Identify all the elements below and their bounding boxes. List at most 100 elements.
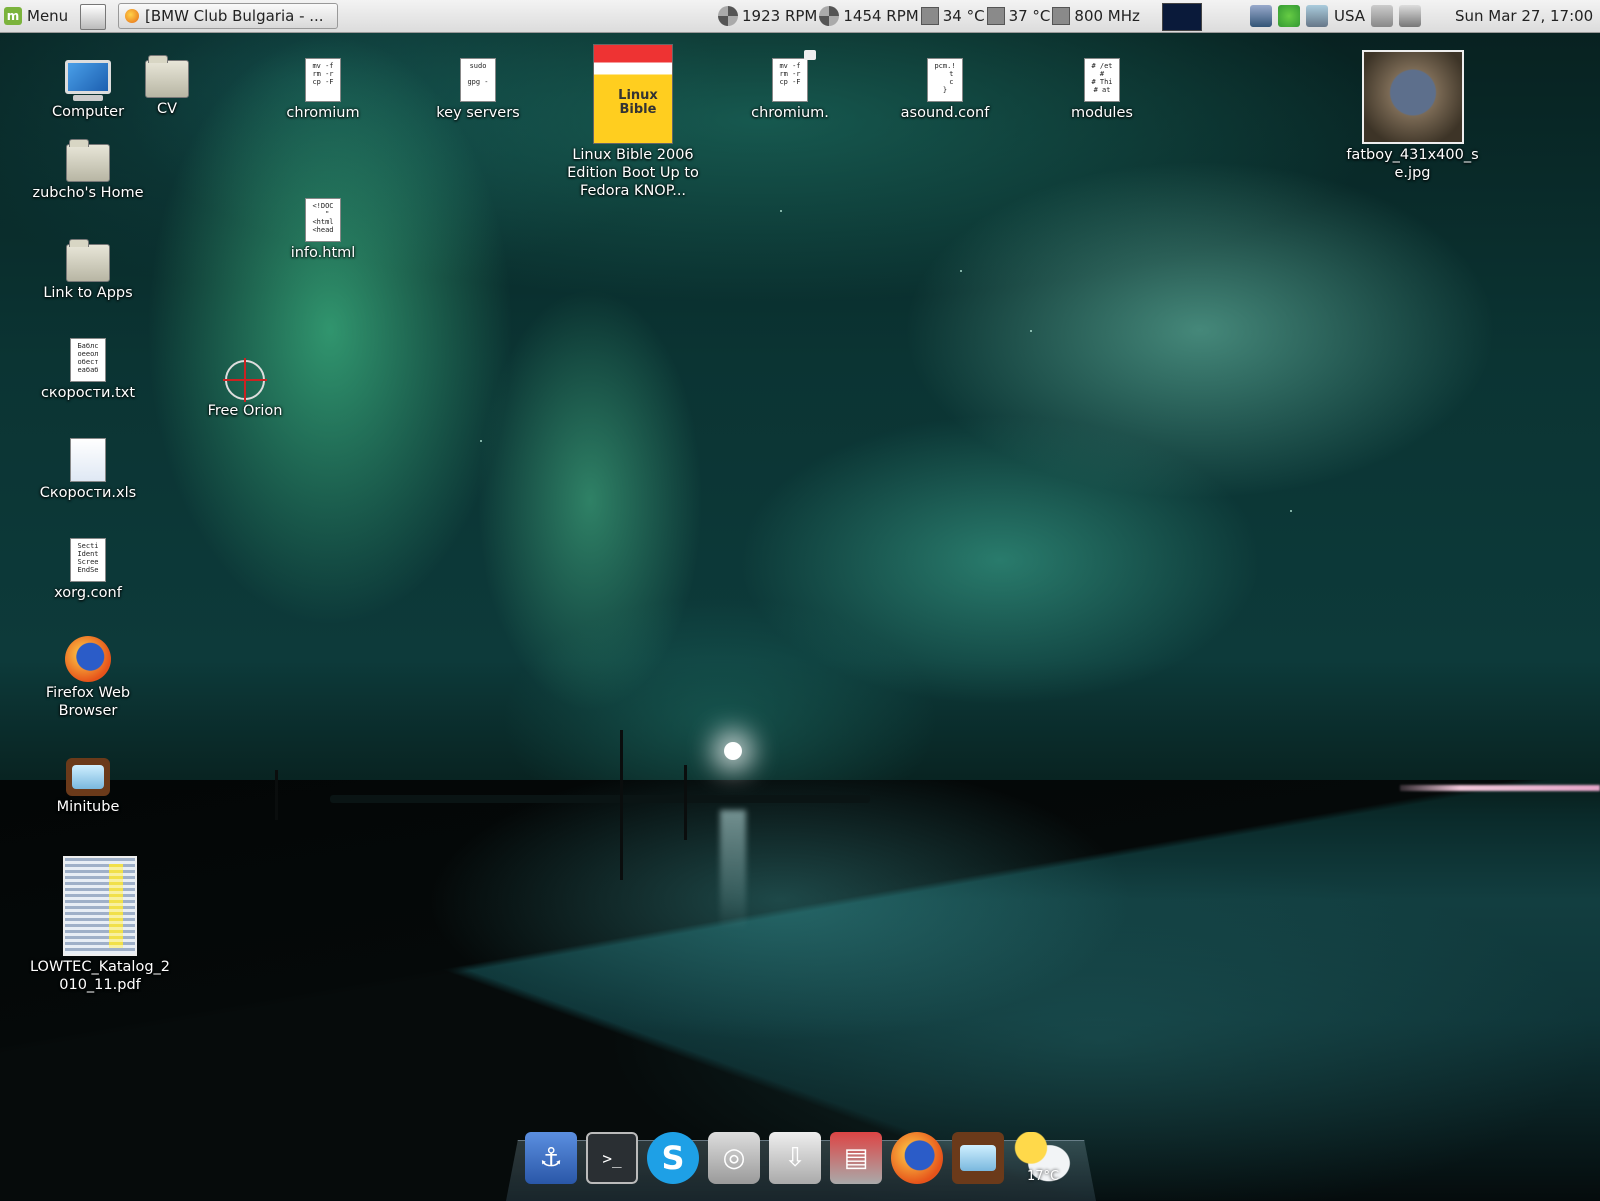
wallpaper-star [780, 210, 782, 212]
user-switcher-icon[interactable] [1399, 5, 1422, 27]
hardware-sensors-applet[interactable]: 1923 RPM 1454 RPM 34 °C 37 °C 800 MHz [718, 0, 1140, 32]
text-file-icon: Secti Ident Scree EndSe [70, 538, 106, 582]
desktop-icon-label: Firefox Web Browser [45, 685, 131, 719]
cpu-frequency-icon [1052, 7, 1071, 25]
desktop-icon-skorosti-xls[interactable]: Скорости.xls [23, 438, 153, 502]
desktop-icon-label: asound.conf [900, 105, 990, 121]
panel-clock[interactable]: Sun Mar 27, 17:00 [1455, 0, 1593, 32]
fan2-speed: 1454 RPM [843, 7, 919, 25]
fan-icon [819, 6, 840, 26]
cpu-frequency: 800 MHz [1074, 7, 1140, 25]
desktop-icon-minitube[interactable]: Minitube [23, 758, 153, 816]
keyboard-indicator-icon[interactable] [1306, 5, 1328, 27]
desktop-icon-label: Скорости.xls [39, 485, 137, 501]
desktop-icon-firefox[interactable]: Firefox Web Browser [23, 636, 153, 720]
top-panel: m Menu [BMW Club Bulgaria - ... 1923 RPM… [0, 0, 1600, 33]
desktop-icon-label: chromium. [751, 105, 829, 121]
wallpaper-lighthouse [724, 742, 742, 760]
network-icon[interactable] [1250, 5, 1272, 27]
locked-script-wrapper: mv -f rm -r cp -F [772, 50, 816, 102]
minitube-tv-icon [66, 758, 110, 796]
desktop-icon-skorosti-txt[interactable]: Баблс оееол обест еабаб скорости.txt [23, 338, 153, 402]
script-file-icon: mv -f rm -r cp -F [772, 58, 808, 102]
update-manager-check-icon[interactable] [1278, 5, 1300, 27]
desktop-icon-label: xorg.conf [54, 585, 122, 601]
text-file-icon: sudo gpg - [460, 58, 496, 102]
dock-disk-utility-icon[interactable]: ◎ [708, 1132, 760, 1184]
desktop-icon-chromium[interactable]: mv -f rm -r cp -F chromium [258, 58, 388, 122]
script-file-icon: mv -f rm -r cp -F [305, 58, 341, 102]
dock-package-manager-icon[interactable]: ▤ [830, 1132, 882, 1184]
desktop-icon-cv[interactable]: CV [102, 55, 232, 118]
dock-software-installer-icon[interactable]: ⇩ [769, 1132, 821, 1184]
desktop-icon-fatboy-jpg[interactable]: fatboy_431x400_se.jpg [1330, 50, 1495, 182]
firefox-icon [125, 9, 139, 23]
dock-terminal-icon[interactable]: >_ [586, 1132, 638, 1184]
wallpaper-star [960, 270, 962, 272]
fan-icon [718, 6, 738, 26]
firefox-icon [65, 636, 111, 682]
dock-minitube-icon[interactable] [952, 1132, 1004, 1184]
image-thumbnail-icon [1361, 50, 1464, 144]
system-monitor-graph[interactable] [1162, 3, 1202, 31]
desktop-icon-label: zubcho's Home [32, 185, 144, 201]
wallpaper-pole [620, 730, 623, 880]
wallpaper-star [1030, 330, 1032, 332]
main-menu-button[interactable]: m Menu [4, 0, 68, 32]
temperature1: 34 °C [942, 7, 985, 25]
wallpaper-pole [684, 765, 687, 840]
desktop-icon-label: chromium [286, 105, 360, 121]
lock-icon [804, 50, 816, 60]
desktop-icon-link-apps[interactable]: Link to Apps [23, 239, 153, 302]
desktop-icon-modules[interactable]: # /et # # Thi # at modules [1037, 58, 1167, 122]
crosshair-icon [223, 358, 267, 402]
wallpaper-star [480, 440, 482, 442]
wallpaper-city-lights [1400, 785, 1600, 791]
temperature2: 37 °C [1008, 7, 1051, 25]
dock-weather-icon[interactable]: 17°C [1013, 1132, 1073, 1184]
wallpaper-pole [275, 770, 278, 820]
menu-label: Menu [27, 7, 69, 25]
dock: ⚓ >_ S ◎ ⇩ ▤ 17°C [525, 1132, 1073, 1184]
desktop-icon-linux-bible[interactable]: Linux Bible 2006 Edition Boot Up to Fedo… [563, 44, 703, 200]
taskbar-window-title: [BMW Club Bulgaria - ... [145, 7, 324, 25]
desktop-icon-label: Link to Apps [43, 285, 133, 301]
folder-icon [145, 55, 189, 98]
taskbar-window-button[interactable]: [BMW Club Bulgaria - ... [118, 3, 338, 29]
temperature-chip-icon [920, 7, 939, 25]
desktop-icon-label: Linux Bible 2006 Edition Boot Up to Fedo… [567, 147, 699, 199]
text-file-icon: # /et # # Thi # at [1084, 58, 1120, 102]
wallpaper-light-reflection [720, 810, 746, 930]
show-desktop-button[interactable] [80, 4, 106, 30]
dock-skype-icon[interactable]: S [647, 1132, 699, 1184]
desktop-icon-key-servers[interactable]: sudo gpg - key servers [413, 58, 543, 122]
desktop-icon-home[interactable]: zubcho's Home [23, 139, 153, 202]
text-file-icon: pcm.! t c } [927, 58, 963, 102]
dock-firefox-icon[interactable] [891, 1132, 943, 1184]
computer-base-icon [73, 95, 103, 101]
desktop-icon-label: скорости.txt [40, 385, 136, 401]
keyboard-layout[interactable]: USA [1334, 7, 1365, 25]
desktop-icon-label: fatboy_431x400_se.jpg [1346, 147, 1479, 181]
book-cover-thumbnail-icon [593, 44, 673, 144]
desktop-icon-free-orion[interactable]: Free Orion [180, 358, 310, 420]
folder-link-icon [66, 239, 110, 282]
html-file-icon: <!DOC " <html <head [305, 198, 341, 242]
desktop-icon-lowtec-pdf[interactable]: LOWTEC_Katalog_2010_11.pdf [30, 856, 170, 994]
desktop-icon-label: Free Orion [207, 403, 283, 419]
desktop-icon-chromium-2[interactable]: mv -f rm -r cp -F chromium. [725, 50, 855, 122]
dock-anchor-icon[interactable]: ⚓ [525, 1132, 577, 1184]
volume-icon[interactable] [1371, 5, 1394, 27]
weather-temperature: 17°C [1026, 1169, 1060, 1184]
system-tray: USA [1250, 0, 1422, 32]
desktop-icon-label: key servers [436, 105, 520, 121]
desktop-icon-label: Minitube [56, 799, 120, 815]
temperature-chip-icon [986, 7, 1005, 25]
desktop-icon-label: info.html [290, 245, 356, 261]
wallpaper-star [1290, 510, 1292, 512]
wallpaper-pier [330, 795, 870, 803]
desktop-icon-info-html[interactable]: <!DOC " <html <head info.html [258, 198, 388, 262]
desktop-icon-asound[interactable]: pcm.! t c } asound.conf [880, 58, 1010, 122]
desktop-icon-label: LOWTEC_Katalog_2010_11.pdf [30, 959, 170, 993]
desktop-icon-xorg[interactable]: Secti Ident Scree EndSe xorg.conf [23, 538, 153, 602]
